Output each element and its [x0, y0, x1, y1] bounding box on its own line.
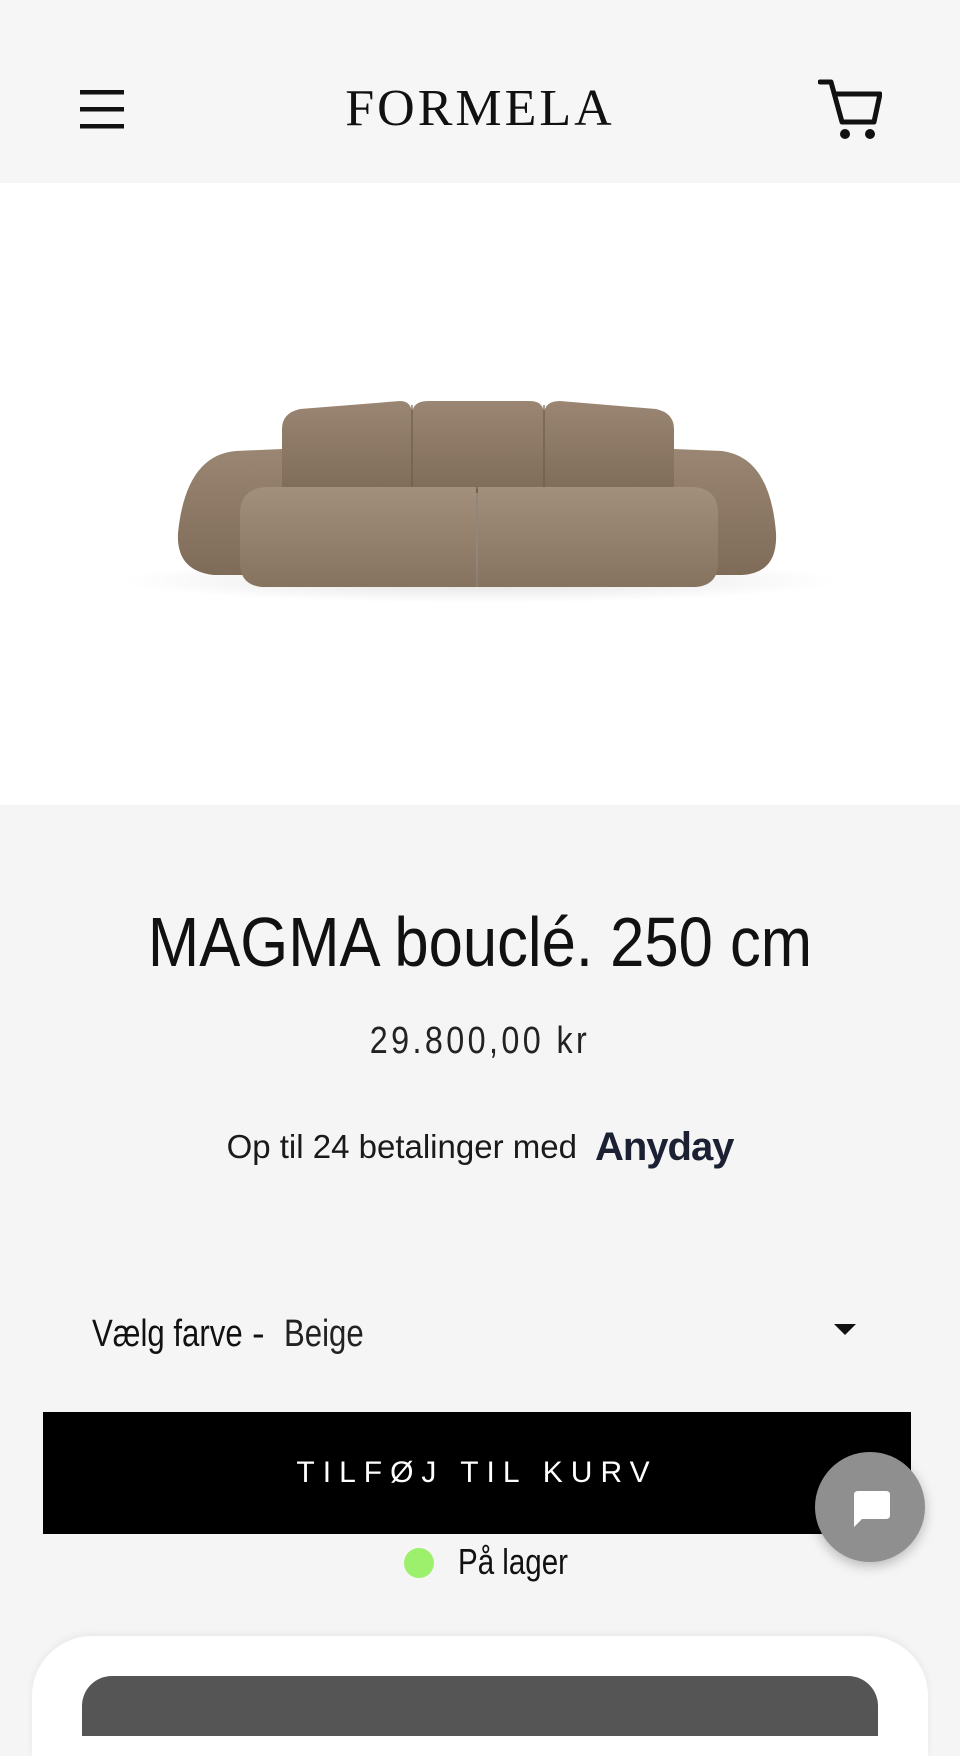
sofa-image [120, 401, 840, 603]
bottom-sheet-handle[interactable] [82, 1676, 878, 1736]
add-to-cart-button[interactable]: TILFØJ TIL KURV [43, 1412, 911, 1534]
product-image[interactable] [0, 183, 960, 805]
color-select-value: Beige [284, 1313, 364, 1355]
stock-indicator-dot [404, 1548, 434, 1578]
bottom-sheet[interactable] [32, 1636, 928, 1756]
stock-text: På lager [458, 1541, 568, 1582]
chat-button[interactable] [815, 1452, 925, 1562]
color-select[interactable]: Vælg farve - Beige [92, 1308, 882, 1360]
financing-text: Op til 24 betalinger med [226, 1128, 577, 1165]
product-title: MAGMA bouclé. 250 cm [147, 903, 813, 981]
color-select-separator: - [252, 1313, 265, 1355]
chevron-down-icon [834, 1324, 856, 1335]
anyday-logo: Anyday [594, 1125, 734, 1169]
color-select-label: Vælg farve [92, 1313, 243, 1355]
financing-banner[interactable]: Op til 24 betalinger med Anyday [0, 1124, 960, 1170]
site-header: FORMELA [0, 0, 960, 183]
shopping-cart-icon[interactable] [817, 76, 883, 142]
site-logo[interactable]: FORMELA [0, 78, 960, 140]
chat-bubble-icon [854, 1491, 890, 1527]
product-price: 29.800,00 kr [369, 1020, 591, 1062]
